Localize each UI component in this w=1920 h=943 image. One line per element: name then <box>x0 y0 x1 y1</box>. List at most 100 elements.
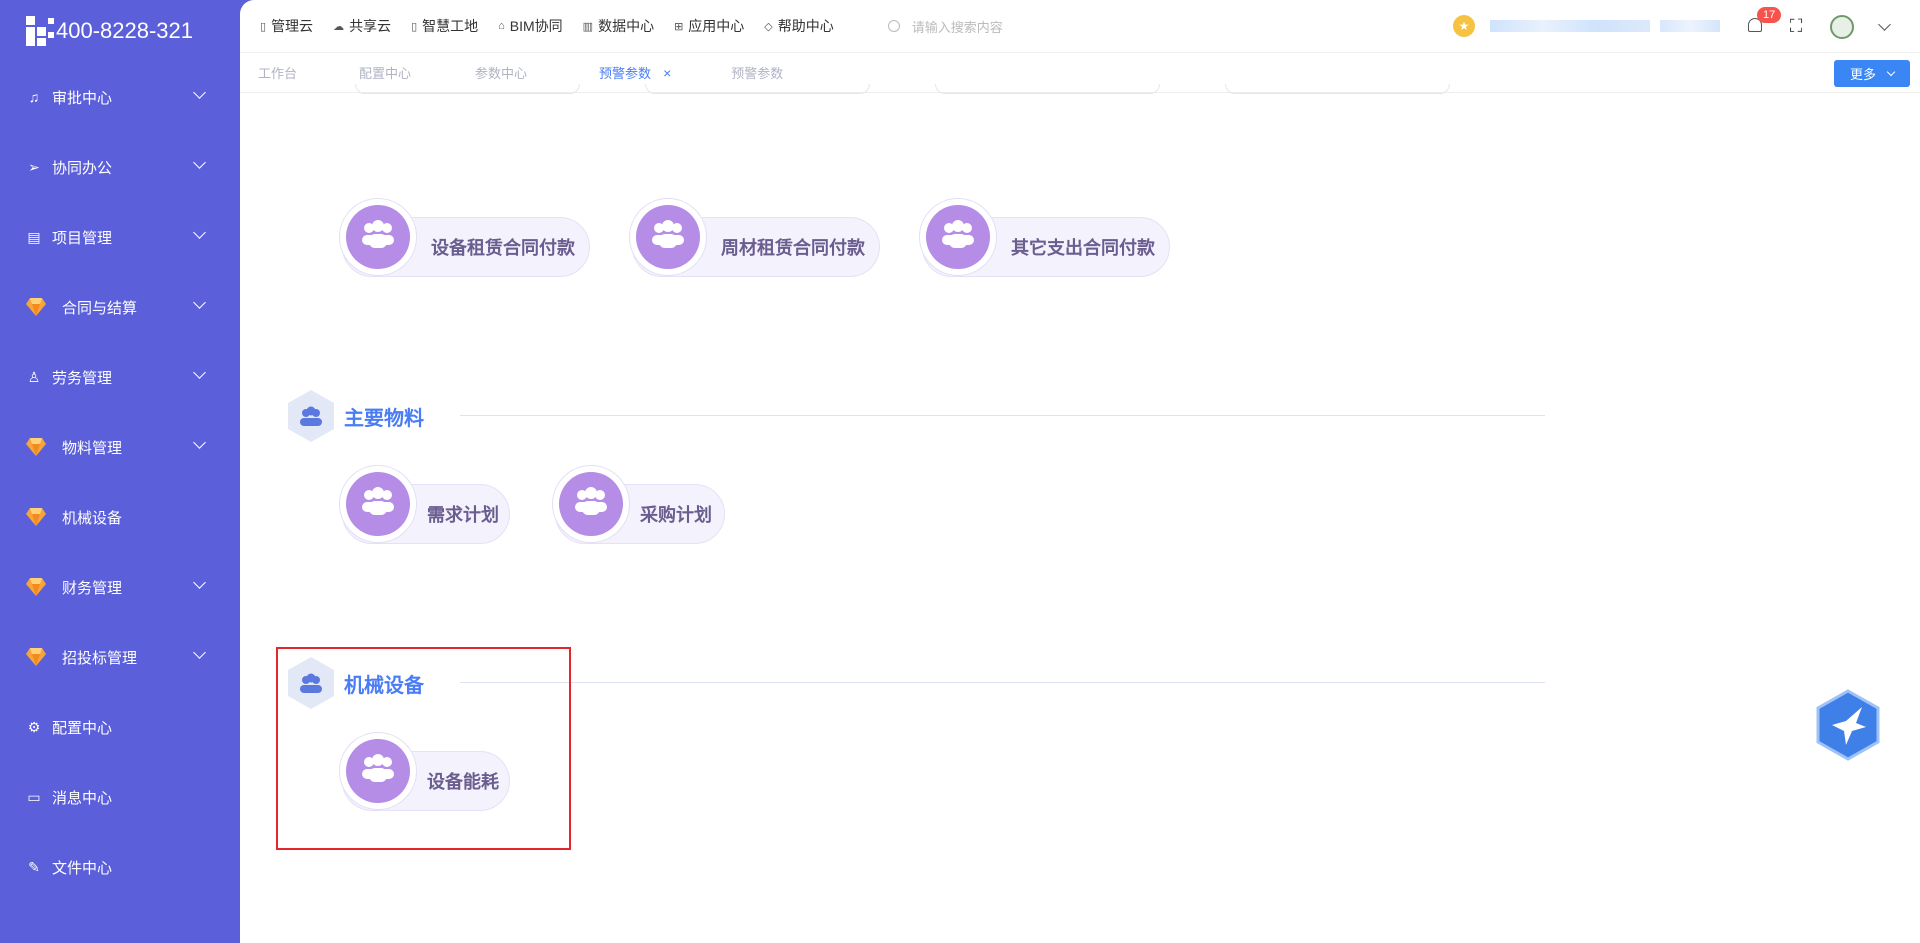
topnav-bim[interactable]: ⌂ BIM协同 <box>498 16 563 36</box>
topnav-gongxiangyun[interactable]: ☁ 共享云 <box>333 16 391 36</box>
people-group-icon <box>938 218 978 257</box>
sidebar-item-label: 财务管理 <box>62 579 123 597</box>
people-group-icon <box>358 485 398 524</box>
assistant-bird-icon[interactable] <box>1816 689 1880 761</box>
module-tool-rental-payment[interactable]: 周材租赁合同付款 <box>629 198 880 277</box>
topnav-guanliyun[interactable]: ▯ 管理云 <box>260 16 313 36</box>
vip-coin-icon[interactable]: ★ <box>1453 15 1475 37</box>
sidebar-item-label: 协同办公 <box>52 159 113 177</box>
bell-icon: ♫ <box>28 89 40 105</box>
sidebar-item-3[interactable]: 合同与结算 <box>0 272 240 342</box>
section-title: 主要物料 <box>344 407 424 430</box>
people-group-icon <box>571 485 611 524</box>
tab-warning-params[interactable]: 预警参数 <box>731 63 783 82</box>
send-icon: ➢ <box>28 158 40 175</box>
sidebar-item-label: 合同与结算 <box>62 299 138 317</box>
sidebar-item-4[interactable]: ♙ 劳务管理 <box>0 342 240 412</box>
gem-icon <box>26 298 46 316</box>
chevron-down-icon <box>193 156 206 169</box>
sidebar: 400-8228-321 ♫ 审批中心 ➢ 协同办公 ▤ 项目管理合同与结算 ♙ 劳务管理物料… <box>0 0 240 943</box>
module-icon-frame <box>919 198 997 276</box>
sidebar-item-2[interactable]: ▤ 项目管理 <box>0 202 240 272</box>
sidebar-item-label: 配置中心 <box>52 719 113 737</box>
sidebar-item-10[interactable]: ▭ 消息中心 <box>0 762 240 832</box>
module-icon-frame <box>339 465 417 543</box>
section-divider <box>460 682 1545 683</box>
partial-module-card <box>355 84 580 94</box>
avatar[interactable] <box>1830 15 1854 39</box>
topnav-data-center[interactable]: ▥ 数据中心 <box>583 16 654 36</box>
module-other-expense-payment[interactable]: 其它支出合同付款 <box>919 198 1170 277</box>
chevron-down-icon <box>193 576 206 589</box>
cloud-icon: ☁ <box>333 20 345 33</box>
sidebar-item-11[interactable]: ✎ 文件中心 <box>0 832 240 902</box>
topnav-app-center[interactable]: ⊞ 应用中心 <box>674 16 744 36</box>
file-icon: ▯ <box>411 20 418 33</box>
topnav-zhihuigongdi[interactable]: ▯ 智慧工地 <box>411 16 478 36</box>
chevron-down-icon <box>193 646 206 659</box>
notification-badge: 17 <box>1757 7 1782 23</box>
partial-module-card <box>645 84 870 94</box>
gem-icon <box>26 508 46 526</box>
doc-icon: ▯ <box>260 20 267 33</box>
sidebar-item-9[interactable]: ⚙ 配置中心 <box>0 692 240 762</box>
module-icon-frame <box>552 465 630 543</box>
search-input[interactable]: 请输入搜索内容 <box>912 17 1003 36</box>
edit-icon: ✎ <box>28 858 40 875</box>
module-icon-frame <box>339 198 417 276</box>
search-icon <box>887 20 900 32</box>
chevron-down-icon <box>193 296 206 309</box>
sidebar-item-5[interactable]: 物料管理 <box>0 412 240 482</box>
sidebar-item-label: 项目管理 <box>52 229 113 247</box>
sidebar-item-6[interactable]: 机械设备 <box>0 482 240 552</box>
tab-workbench[interactable]: 工作台 <box>258 63 297 82</box>
hotline-number: 400-8228-321 <box>56 18 194 43</box>
bar-chart-icon: ▥ <box>582 20 594 33</box>
section-divider <box>460 415 1545 416</box>
chevron-down-icon[interactable] <box>1878 18 1891 31</box>
chevron-down-icon <box>193 366 206 379</box>
partial-module-card <box>1225 84 1450 94</box>
gem-icon <box>26 648 46 666</box>
people-group-icon <box>648 218 688 257</box>
sidebar-item-label: 机械设备 <box>62 509 123 527</box>
topnav-help-center[interactable]: ◇ 帮助中心 <box>764 16 833 36</box>
sidebar-item-0[interactable]: ♫ 审批中心 <box>0 62 240 132</box>
module-equipment-rental-payment[interactable]: 设备租赁合同付款 <box>339 198 590 277</box>
tab-warning-params-active[interactable]: 预警参数 × <box>599 63 671 82</box>
more-button[interactable]: 更多 <box>1834 60 1910 87</box>
sidebar-nav: ♫ 审批中心 ➢ 协同办公 ▤ 项目管理合同与结算 ♙ 劳务管理物料管理机械设备财务管理招投标… <box>0 62 240 902</box>
search-box[interactable]: 请输入搜索内容 <box>887 17 1003 36</box>
tab-param-center[interactable]: 参数中心 <box>475 63 527 82</box>
blurred-user-name <box>1660 20 1720 32</box>
sidebar-item-label: 招投标管理 <box>62 649 138 667</box>
book-icon: ▤ <box>27 228 41 245</box>
top-navbar: ▯ 管理云 ☁ 共享云 ▯ 智慧工地 ⌂ BIM协同 ▥ 数据中心 ⊞ 应用中心 ◇ 帮助中心… <box>240 0 1920 53</box>
chevron-down-icon <box>193 86 206 99</box>
sidebar-item-7[interactable]: 财务管理 <box>0 552 240 622</box>
module-demand-plan[interactable]: 需求计划 <box>339 465 510 544</box>
chevron-down-icon <box>1886 67 1896 77</box>
gem-icon <box>26 578 46 596</box>
people-group-icon <box>358 218 398 257</box>
sidebar-item-label: 审批中心 <box>52 89 113 107</box>
sidebar-item-label: 文件中心 <box>52 859 113 877</box>
section-header-materials: 主要物料 <box>288 390 424 442</box>
box-icon: ⌂ <box>498 20 505 32</box>
gem-icon <box>26 438 46 456</box>
person-icon: ♙ <box>27 368 41 385</box>
chevron-down-icon <box>193 436 206 449</box>
gear-icon: ⚙ <box>27 718 41 735</box>
module-purchase-plan[interactable]: 采购计划 <box>552 465 725 544</box>
hexagon-people-icon <box>288 390 334 442</box>
logo[interactable]: 400-8228-321 <box>0 0 240 62</box>
sidebar-item-8[interactable]: 招投标管理 <box>0 622 240 692</box>
sidebar-item-label: 劳务管理 <box>52 369 113 387</box>
sidebar-item-1[interactable]: ➢ 协同办公 <box>0 132 240 202</box>
tab-config-center[interactable]: 配置中心 <box>359 63 411 82</box>
grid-icon: ⊞ <box>674 20 684 33</box>
highlight-box <box>276 647 571 850</box>
close-icon[interactable]: × <box>663 65 671 81</box>
fullscreen-icon[interactable]: ⛶ <box>1786 16 1806 36</box>
chat-icon: ▭ <box>27 788 41 805</box>
